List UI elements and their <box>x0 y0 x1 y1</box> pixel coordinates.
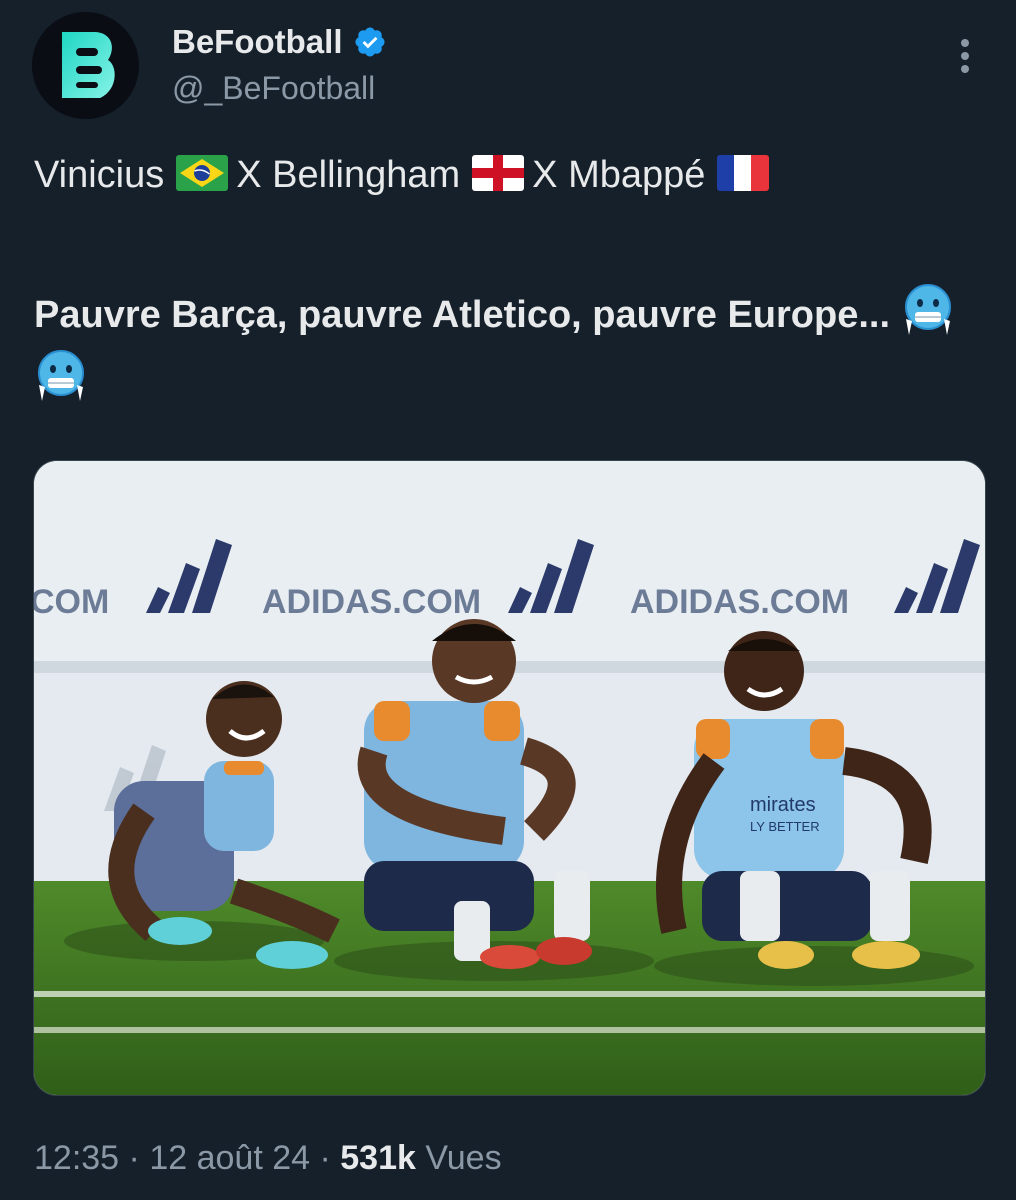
separator-mbappe: X Mbappé <box>532 154 706 196</box>
views-label: Vues <box>425 1139 502 1177</box>
cold-face-emoji <box>903 283 953 339</box>
tweet-time[interactable]: 12:35 <box>34 1139 119 1177</box>
author-name-row[interactable]: BeFootball <box>172 22 387 62</box>
training-photo-image: COM ADIDAS.COM ADIDAS.COM mirates LY BET… <box>34 461 985 1095</box>
tweet-text-line1: Vinicius X Bellingham X Mbappé <box>34 150 777 200</box>
tweet-card: BeFootball @_BeFootball Vinicius X Bellin… <box>0 0 1016 1200</box>
author-handle[interactable]: @_BeFootball <box>172 68 375 108</box>
brazil-flag-icon <box>176 155 229 191</box>
more-options-button[interactable] <box>948 36 982 76</box>
tweet-photo[interactable]: COM ADIDAS.COM ADIDAS.COM mirates LY BET… <box>33 460 986 1096</box>
verified-badge-icon <box>354 27 385 57</box>
france-flag-icon <box>717 155 770 191</box>
tweet-text-bold: Pauvre Barça, pauvre Atletico, pauvre Eu… <box>34 282 974 414</box>
player-name-vinicius: Vinicius <box>34 154 165 196</box>
separator-bellingham: X Bellingham <box>236 154 461 196</box>
banner-text: ADIDAS.COM <box>262 583 481 621</box>
views-count[interactable]: 531k <box>340 1139 416 1177</box>
meta-separator: · <box>319 1139 331 1177</box>
jersey-subtext: LY BETTER <box>750 819 820 834</box>
more-vertical-icon <box>961 39 969 73</box>
england-flag-icon <box>472 155 525 191</box>
tweet-meta: 12:35 · 12 août 24 · 531k Vues <box>34 1136 502 1180</box>
avatar[interactable] <box>32 12 139 119</box>
author-display-name[interactable]: BeFootball <box>172 22 343 62</box>
banner-text: COM <box>34 583 109 621</box>
jersey-text: mirates <box>750 794 816 816</box>
tweet-bold-text: Pauvre Barça, pauvre Atletico, pauvre Eu… <box>34 294 891 336</box>
befootball-logo-icon <box>32 12 139 119</box>
cold-face-emoji <box>36 349 86 405</box>
banner-text: ADIDAS.COM <box>630 583 849 621</box>
tweet-date[interactable]: 12 août 24 <box>149 1139 310 1177</box>
meta-separator: · <box>128 1139 140 1177</box>
